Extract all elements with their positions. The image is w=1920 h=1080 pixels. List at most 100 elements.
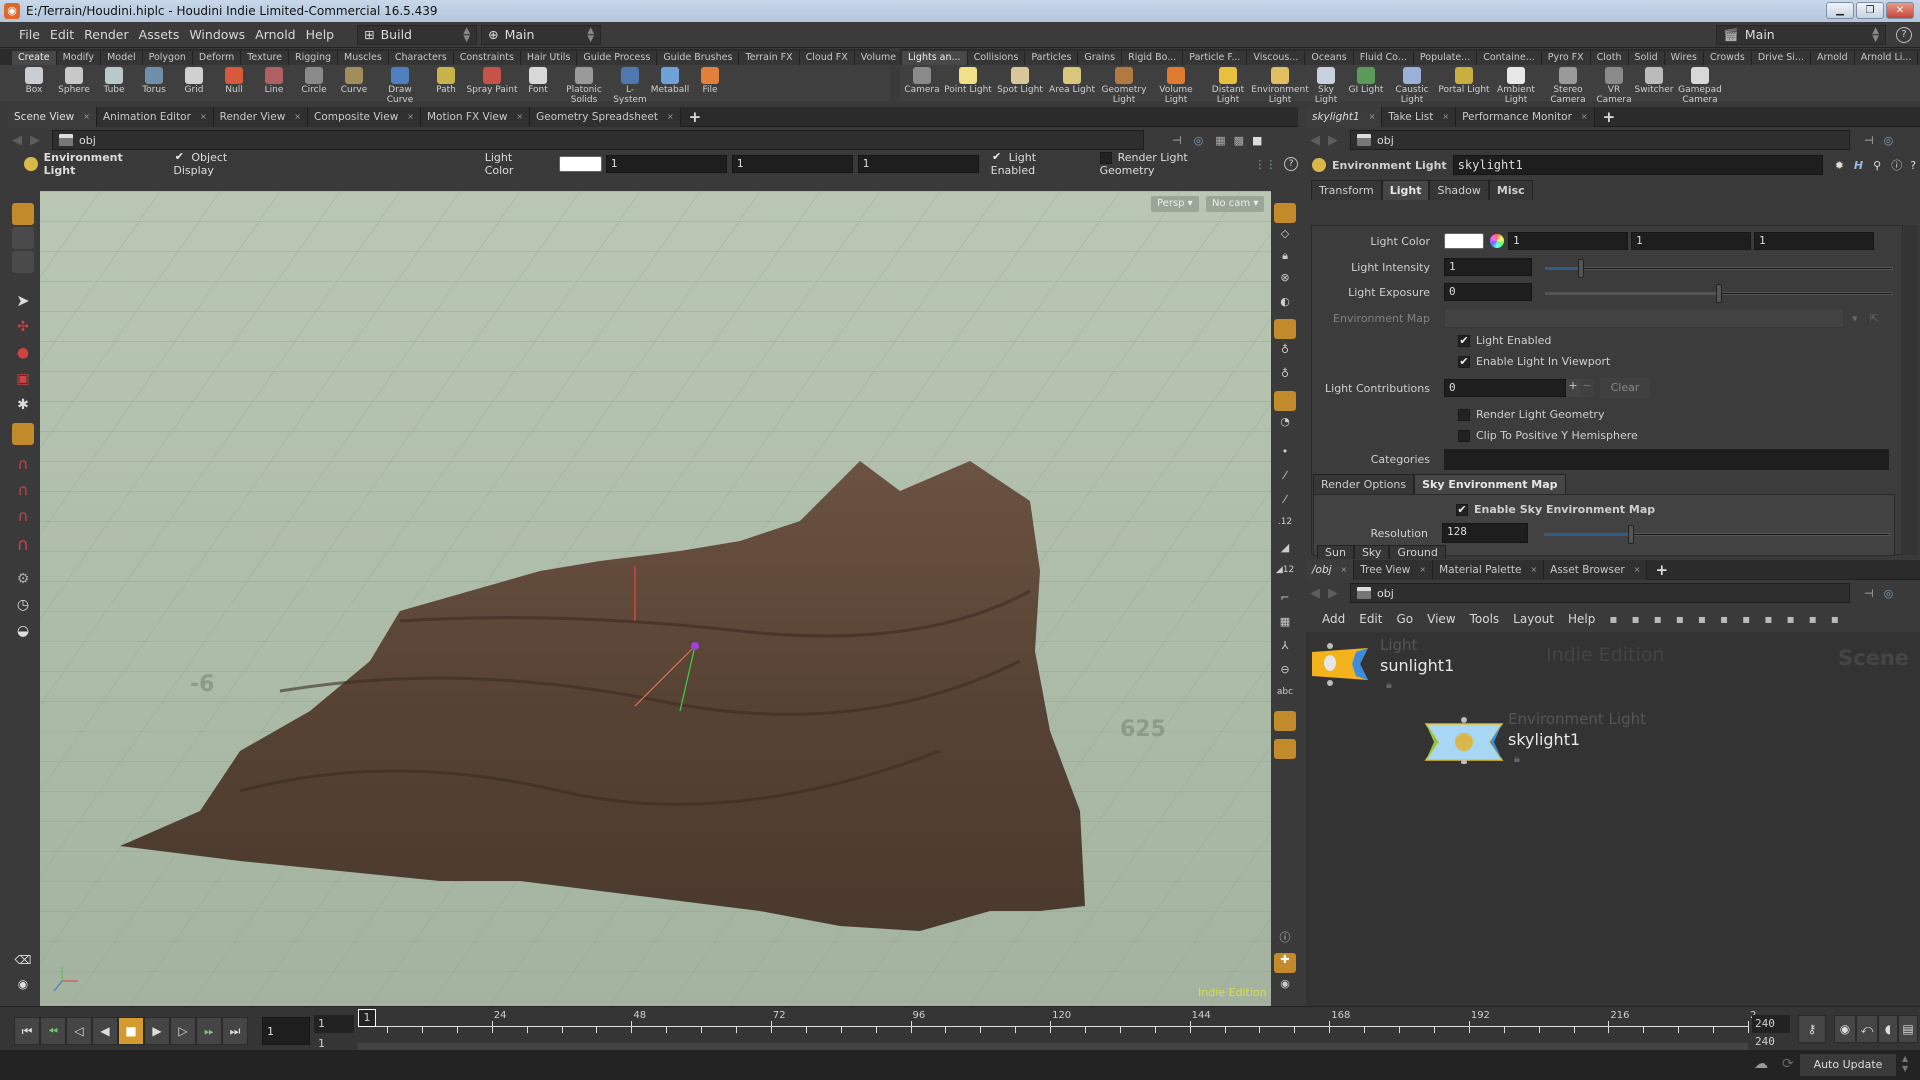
back-arrow-icon[interactable]: ◀ <box>1310 586 1320 601</box>
shelf-tab-constraints[interactable]: Constraints <box>453 51 521 65</box>
shelf-tool-grid[interactable]: Grid <box>174 65 214 95</box>
close-tab-icon[interactable]: × <box>1369 112 1376 121</box>
prim-numbers-icon[interactable]: ◢12 <box>1274 565 1296 585</box>
jump-to-end-button[interactable]: ⏭ <box>222 1017 248 1045</box>
info-icon[interactable]: ⓘ <box>1891 157 1902 173</box>
path-field[interactable]: obj <box>1350 583 1850 603</box>
network-menu-help[interactable]: Help <box>1568 612 1595 626</box>
background-image-icon[interactable] <box>1274 711 1296 731</box>
light-contributions-field[interactable]: 0 <box>1444 379 1566 397</box>
menu-render[interactable]: Render <box>79 27 134 42</box>
light-color-swatch[interactable] <box>1444 233 1484 249</box>
light-color-b[interactable]: 1 <box>857 155 979 173</box>
close-tab-icon[interactable]: × <box>294 112 301 121</box>
select-mode-dynamics-icon[interactable] <box>12 251 34 273</box>
display-options-icon[interactable]: ⋮⋮ <box>1254 158 1276 171</box>
render-light-geometry-toggle[interactable]: Render Light Geometry <box>1099 151 1243 177</box>
view-menu[interactable]: Persp ▾ <box>1151 196 1199 212</box>
move-tool-icon[interactable]: ✣ <box>12 319 34 341</box>
display-flags-icon[interactable] <box>1274 739 1296 759</box>
shelf-tool-line[interactable]: Line <box>254 65 294 95</box>
link-icon[interactable]: ◎ <box>1194 134 1204 147</box>
rotate-tool-icon[interactable]: ● <box>12 345 34 367</box>
shelf-tool-curve[interactable]: Curve <box>334 65 374 95</box>
viewport-layout-icon[interactable]: ✚ <box>1274 953 1296 973</box>
lock-icon[interactable]: 🔒︎ <box>1514 752 1520 766</box>
normals-icon[interactable]: ⁄ <box>1274 469 1296 489</box>
list-icon[interactable]: ▪ <box>1654 612 1662 626</box>
visualize-icon[interactable]: ◔ <box>1274 415 1296 435</box>
shelf-tab-crowds[interactable]: Crowds <box>1703 51 1752 65</box>
shelf-tool-sky-light[interactable]: Sky Light <box>1306 65 1346 105</box>
brain-icon[interactable]: ☁ <box>1754 1056 1768 1072</box>
hide-icon[interactable]: ⊗ <box>1274 271 1296 291</box>
snap-curve-icon[interactable]: ∩ <box>12 481 34 503</box>
shelf-tab-characters[interactable]: Characters <box>388 51 454 65</box>
network-node-sunlight1[interactable]: Light sunlight1 🔒︎ <box>1312 636 1454 691</box>
object-display-toggle[interactable]: ✔ Object Display <box>173 151 268 177</box>
current-frame-field[interactable]: 1 <box>262 1017 310 1045</box>
network-menu-edit[interactable]: Edit <box>1359 612 1382 626</box>
range-bar[interactable] <box>358 1043 1748 1050</box>
shelf-tab-muscles[interactable]: Muscles <box>338 51 389 65</box>
network-menu-layout[interactable]: Layout <box>1513 612 1554 626</box>
shelf-tool-switcher[interactable]: Switcher <box>1634 65 1674 95</box>
snap-magnet-icon[interactable]: ∩ <box>12 535 34 557</box>
prim-normals-icon[interactable]: ◢ <box>1274 541 1296 561</box>
render-light-geometry-toggle[interactable]: Render Light Geometry <box>1458 408 1604 421</box>
lock-camera-icon[interactable]: 🔒︎ <box>1274 249 1296 269</box>
path-field[interactable]: obj <box>52 130 1144 150</box>
sky-tab-sun[interactable]: Sun <box>1317 545 1354 559</box>
pin-icon[interactable]: ⊣ <box>1864 134 1874 147</box>
vertex-normals-icon[interactable]: ⁄ <box>1274 493 1296 513</box>
shelf-tool-torus[interactable]: Torus <box>134 65 174 95</box>
shelf-tab-terrain-fx[interactable]: Terrain FX <box>739 51 800 65</box>
snap-grid-icon[interactable]: ∩ <box>12 455 34 477</box>
stop-button[interactable]: ■ <box>118 1017 144 1045</box>
search-icon[interactable]: ▪ <box>1809 612 1817 626</box>
shelf-tool-environment-light[interactable]: Environment Light <box>1251 65 1309 105</box>
menu-file[interactable]: File <box>14 27 45 42</box>
shelf-tool-l-system[interactable]: L-System <box>610 65 650 105</box>
shelf-tool-volume-light[interactable]: Volume Light <box>1150 65 1202 105</box>
text-labels-icon[interactable]: abc <box>1274 687 1296 707</box>
select-mode-geometry-icon[interactable] <box>12 227 34 249</box>
global-animation-options-button[interactable]: ▤ <box>1898 1015 1918 1043</box>
menu-assets[interactable]: Assets <box>134 27 185 42</box>
sub-tab-sky-environment-map[interactable]: Sky Environment Map <box>1414 474 1566 494</box>
render-icon[interactable]: ◒ <box>12 623 34 645</box>
realtime-button[interactable]: ◉ <box>1834 1015 1856 1043</box>
light-enabled-toggle[interactable]: ✔ Light Enabled <box>991 151 1082 177</box>
resolution-field[interactable]: 128 <box>1442 523 1528 543</box>
shelf-tool-tube[interactable]: Tube <box>94 65 134 95</box>
light-color-r[interactable]: 1 <box>1508 232 1628 250</box>
shelf-tab-guide-brushes[interactable]: Guide Brushes <box>657 51 740 65</box>
categories-field[interactable] <box>1444 449 1889 470</box>
link-icon[interactable]: ◎ <box>1884 587 1894 600</box>
shelf-tool-point-light[interactable]: Point Light <box>942 65 994 95</box>
help-icon[interactable]: ? <box>1896 26 1912 43</box>
viewer-settings-icon[interactable]: ▩ <box>1234 134 1244 147</box>
network-menu-tools[interactable]: Tools <box>1470 612 1500 626</box>
shelf-tab-deform[interactable]: Deform <box>192 51 242 65</box>
scale-tool-icon[interactable]: ▣ <box>12 371 34 393</box>
shelf-tab-hair-utils[interactable]: Hair Utils <box>520 51 578 65</box>
color-palette-icon[interactable]: ▪ <box>1676 612 1684 626</box>
shelf-tab-guide-process[interactable]: Guide Process <box>577 51 658 65</box>
shelf-tab-viscous[interactable]: Viscous... <box>1247 51 1306 65</box>
tab-animation-editor[interactable]: Animation Editor × <box>96 106 214 127</box>
shelf-tab-oceans[interactable]: Oceans <box>1305 51 1354 65</box>
light-color-g[interactable]: 1 <box>1631 232 1751 250</box>
shelf-tool-sphere[interactable]: Sphere <box>54 65 94 95</box>
shelf-tab-particles[interactable]: Particles <box>1025 51 1079 65</box>
tab-performance-monitor[interactable]: Performance Monitor × <box>1456 106 1595 127</box>
close-tab-icon[interactable]: × <box>1530 565 1537 574</box>
tab-motion-fx-view[interactable]: Motion FX View × <box>420 106 531 127</box>
sticky-note-icon[interactable]: ▪ <box>1742 612 1750 626</box>
info-icon[interactable]: ⓘ <box>1274 929 1296 949</box>
display-lighting-icon[interactable]: ◇ <box>1274 227 1296 247</box>
camera-tool-icon[interactable]: ⚙ <box>12 571 34 593</box>
close-tab-icon[interactable]: × <box>1419 565 1426 574</box>
folder-tab-light[interactable]: Light <box>1381 180 1430 200</box>
viewer-state-icon[interactable]: ▦ <box>1215 134 1225 147</box>
